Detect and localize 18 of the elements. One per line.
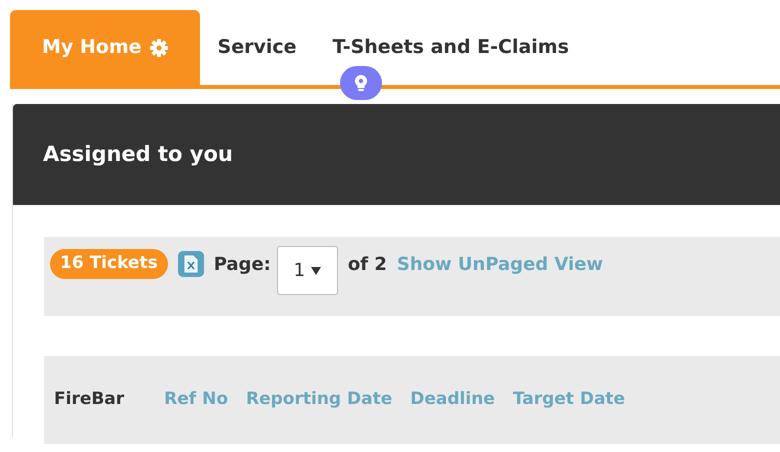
page-total: of 2 bbox=[348, 253, 387, 277]
nav-tab[interactable]: Service bbox=[200, 10, 315, 85]
column-sort-link[interactable]: Deadline bbox=[410, 387, 495, 413]
ticket-count-badge: 16 Tickets bbox=[50, 249, 168, 279]
caret-icon bbox=[311, 266, 322, 274]
spreadsheet-icon[interactable] bbox=[178, 251, 204, 277]
page-label: Page: bbox=[214, 253, 271, 277]
unpaged-view-link[interactable]: Show UnPaged View bbox=[396, 251, 604, 278]
settings-icon[interactable] bbox=[150, 38, 168, 56]
lightbulb-icon[interactable] bbox=[340, 66, 382, 100]
nav-tab[interactable]: My Home bbox=[10, 10, 200, 85]
column-sort-link[interactable]: Target Date bbox=[512, 387, 626, 413]
column-header: FireBar bbox=[54, 388, 124, 412]
column-sort-link[interactable]: Ref No bbox=[164, 387, 228, 413]
column-sort-link[interactable]: Reporting Date bbox=[246, 387, 392, 413]
nav-tab[interactable]: T-Sheets and E-Claims bbox=[314, 10, 587, 85]
panel-title: Assigned to you bbox=[43, 140, 233, 168]
page-select[interactable]: 1 bbox=[276, 246, 338, 295]
